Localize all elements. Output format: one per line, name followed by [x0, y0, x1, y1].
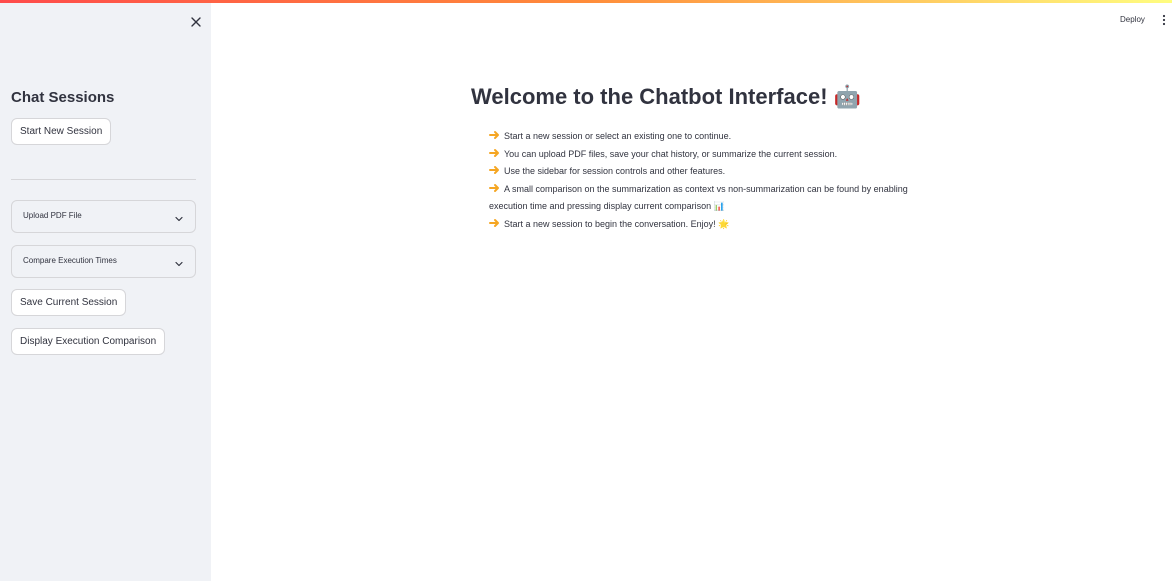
start-new-session-button[interactable]: Start New Session: [11, 118, 112, 145]
pointing-right-hand-icon: [489, 183, 500, 194]
upload-pdf-expander[interactable]: Upload PDF File: [11, 200, 196, 233]
pointing-right-hand-icon: [489, 148, 500, 159]
list-item-text: Start a new session or select an existin…: [504, 131, 732, 141]
list-item: Start a new session to begin the convers…: [489, 216, 919, 234]
chevron-down-icon: [174, 256, 184, 267]
list-item: You can upload PDF files, save your chat…: [489, 146, 919, 164]
pointing-right-hand-icon: [489, 218, 500, 229]
expander-label: Compare Execution Times: [23, 256, 117, 265]
deploy-button[interactable]: Deploy: [1120, 15, 1145, 24]
list-item-text: Start a new session to begin the convers…: [504, 218, 730, 229]
page-title: Welcome to the Chatbot Interface! 🤖: [471, 84, 862, 109]
close-icon[interactable]: [188, 14, 204, 30]
save-current-session-button[interactable]: Save Current Session: [11, 289, 127, 316]
sidebar-divider: [11, 179, 196, 180]
more-vertical-icon[interactable]: [1160, 13, 1168, 26]
list-item-text: You can upload PDF files, save your chat…: [504, 148, 838, 159]
list-item-text: A small comparison on the summarization …: [489, 183, 908, 212]
sidebar-title: Chat Sessions: [11, 89, 115, 106]
list-item: Start a new session or select an existin…: [489, 128, 919, 146]
chevron-down-icon: [174, 211, 184, 222]
compare-execution-times-expander[interactable]: Compare Execution Times: [11, 245, 196, 278]
list-item-text: Use the sidebar for session controls and…: [504, 166, 726, 176]
pointing-right-hand-icon: [489, 130, 500, 141]
display-execution-comparison-button[interactable]: Display Execution Comparison: [11, 328, 166, 355]
sidebar: Chat Sessions Start New Session Upload P…: [0, 3, 211, 581]
list-item: Use the sidebar for session controls and…: [489, 163, 919, 181]
list-item: A small comparison on the summarization …: [489, 181, 919, 216]
expander-label: Upload PDF File: [23, 211, 82, 220]
instruction-list: Start a new session or select an existin…: [489, 128, 919, 233]
pointing-right-hand-icon: [489, 165, 500, 176]
